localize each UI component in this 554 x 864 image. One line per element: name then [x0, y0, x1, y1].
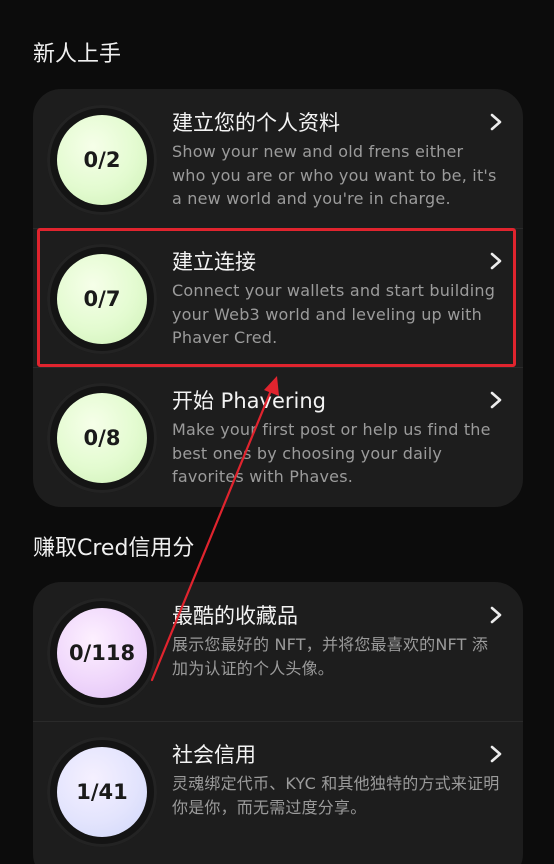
progress-ring: 0/7 — [47, 244, 157, 354]
task-description: Show your new and old frens either who y… — [172, 142, 497, 208]
task-connect[interactable]: 0/7 建立连接 Connect your wallets and start … — [33, 228, 523, 367]
chevron-right-icon — [490, 606, 502, 624]
task-start-phavering[interactable]: 0/8 开始 Phavering Make your first post or… — [33, 367, 523, 506]
task-description: Make your first post or help us find the… — [172, 420, 491, 486]
progress-ring: 0/8 — [47, 383, 157, 493]
progress-badge: 0/8 — [57, 393, 147, 483]
task-description: 展示您最好的 NFT，并将您最喜欢的NFT 添加为认证的个人头像。 — [172, 635, 489, 678]
task-title: 建立您的个人资料 — [172, 111, 340, 135]
progress-badge: 0/2 — [57, 115, 147, 205]
progress-badge: 0/118 — [57, 608, 147, 698]
chevron-right-icon — [490, 391, 502, 409]
task-coolest-collectibles[interactable]: 0/118 最酷的收藏品 展示您最好的 NFT，并将您最喜欢的NFT 添加为认证… — [33, 582, 523, 721]
section-title-earn-cred: 赚取Cred信用分 — [33, 536, 195, 561]
task-social-credit[interactable]: 1/41 社会信用 灵魂绑定代币、KYC 和其他独特的方式来证明你是你，而无需过… — [33, 721, 523, 860]
task-description: Connect your wallets and start building … — [172, 281, 496, 347]
progress-ring: 0/2 — [47, 105, 157, 215]
task-title: 社会信用 — [172, 743, 256, 767]
page: 新人上手 0/2 建立您的个人资料 Show your new and old … — [0, 0, 554, 864]
task-description: 灵魂绑定代币、KYC 和其他独特的方式来证明你是你，而无需过度分享。 — [172, 774, 500, 817]
task-create-profile[interactable]: 0/2 建立您的个人资料 Show your new and old frens… — [33, 89, 523, 228]
task-title: 开始 Phavering — [172, 389, 326, 413]
task-title: 建立连接 — [172, 250, 256, 274]
onboarding-card: 0/2 建立您的个人资料 Show your new and old frens… — [33, 89, 523, 507]
progress-badge: 0/7 — [57, 254, 147, 344]
task-title: 最酷的收藏品 — [172, 604, 298, 628]
progress-ring: 1/41 — [47, 737, 157, 847]
chevron-right-icon — [490, 745, 502, 763]
progress-ring: 0/118 — [47, 598, 157, 708]
section-title-onboarding: 新人上手 — [33, 42, 122, 67]
earn-cred-card: 0/118 最酷的收藏品 展示您最好的 NFT，并将您最喜欢的NFT 添加为认证… — [33, 582, 523, 864]
chevron-right-icon — [490, 252, 502, 270]
progress-badge: 1/41 — [57, 747, 147, 837]
chevron-right-icon — [490, 113, 502, 131]
